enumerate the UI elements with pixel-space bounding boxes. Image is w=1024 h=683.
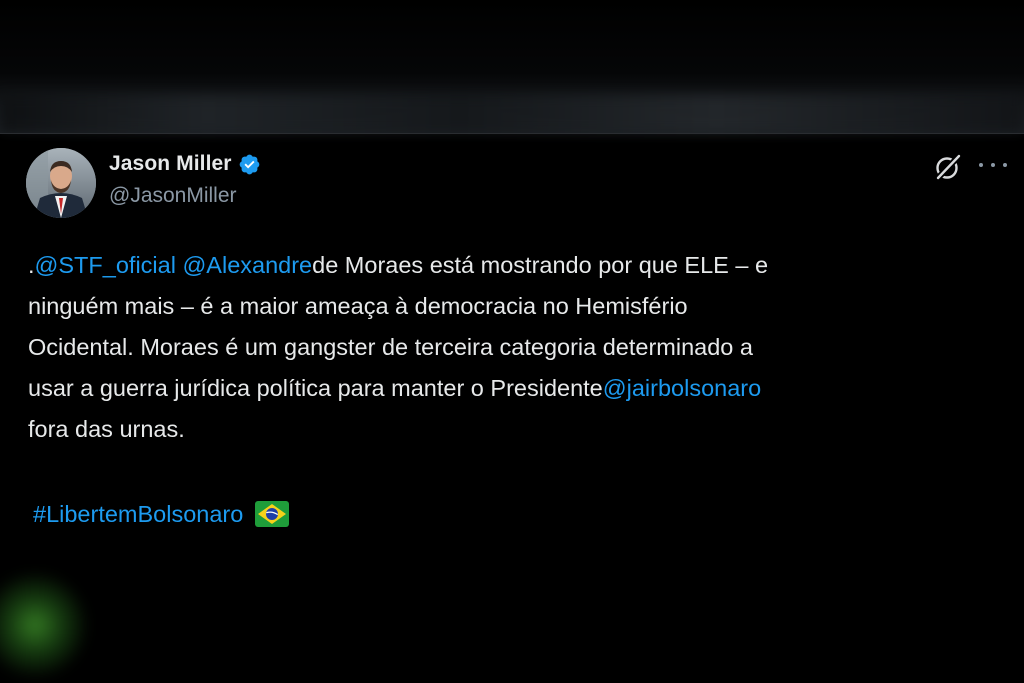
tweet-text: .@STF_oficial @Alexandrede Moraes está m… — [28, 245, 998, 450]
mention-stf-oficial[interactable]: @STF_oficial — [35, 252, 176, 278]
verified-badge-icon — [239, 154, 259, 174]
hashtag-line: #LibertemBolsonaro — [33, 494, 290, 535]
author-handle[interactable]: @JasonMiller — [109, 184, 261, 208]
tweet-line-4: usar a guerra jurídica política para man… — [28, 375, 762, 401]
tweet-line-1: .@STF_oficial @Alexandrede Moraes está m… — [28, 252, 769, 278]
tweet-line-3: Ocidental. Moraes é um gangster de terce… — [28, 334, 753, 360]
avatar[interactable] — [26, 148, 96, 218]
author-name[interactable]: Jason Miller — [109, 152, 232, 176]
brazil-flag-icon — [255, 501, 290, 527]
mention-alexandre[interactable]: @Alexandre — [182, 252, 312, 278]
tweet-line-2: ninguém mais – é a maior ameaça à democr… — [28, 293, 688, 319]
tweet-line-5: fora das urnas. — [28, 416, 185, 442]
hashtag-libertembolsonaro[interactable]: #LibertemBolsonaro — [33, 501, 243, 527]
tweet-card: Jason Miller @JasonMiller .@STF_oficial … — [0, 134, 1024, 683]
more-options-icon[interactable] — [979, 158, 1007, 172]
mention-jairbolsonaro[interactable]: @jairbolsonaro — [603, 375, 761, 401]
blurred-header-background — [0, 0, 1024, 133]
grok-icon[interactable] — [933, 152, 963, 182]
